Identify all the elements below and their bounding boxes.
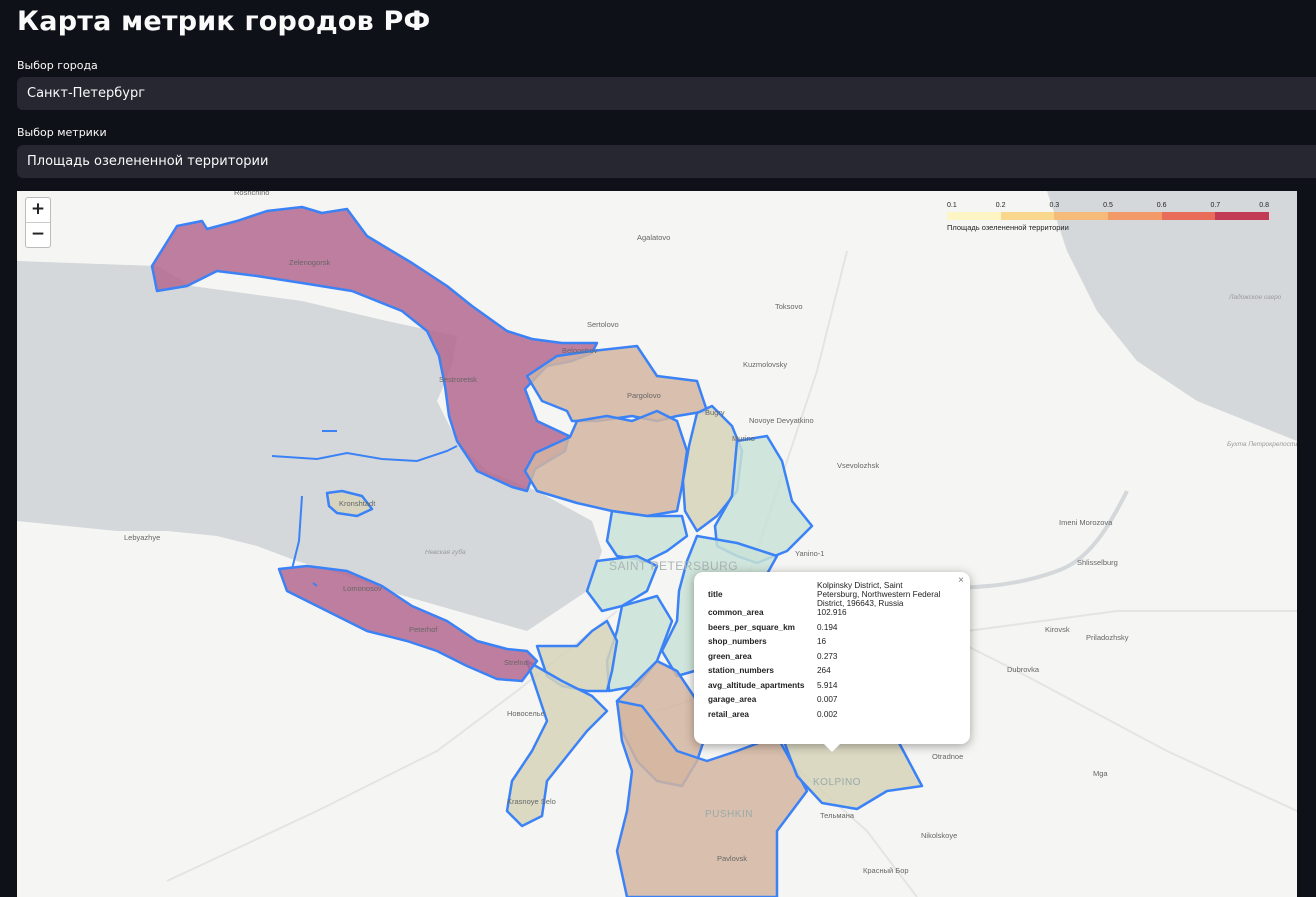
popup-value: 5.914 [817, 680, 838, 690]
popup-value: 0.273 [817, 651, 838, 661]
popup-value: 0.194 [817, 622, 838, 632]
place-label: Ладожское озеро [1229, 294, 1282, 301]
metric-select-label: Выбор метрики [17, 126, 107, 139]
popup-key: shop_numbers [708, 637, 767, 646]
place-label: Toksovo [775, 302, 803, 311]
popup-value: 0.002 [817, 709, 838, 719]
popup-key: common_area [708, 608, 764, 617]
place-label: KOLPINO [813, 777, 861, 788]
place-label: Bugry [705, 408, 725, 417]
place-label: Shlisselburg [1077, 558, 1118, 567]
place-label: PUSHKIN [705, 809, 753, 820]
map-basemap [17, 191, 1297, 897]
popup-row: beers_per_square_km 0.194 [708, 623, 947, 638]
popup-value: Kolpinsky District, Saint Petersburg, No… [817, 581, 941, 608]
place-label: Pargolovo [627, 391, 661, 400]
place-label: Priladozhsky [1086, 633, 1129, 642]
place-label: Roshchino [234, 191, 270, 197]
zoom-control: + − [25, 197, 51, 248]
legend-color-swatch [947, 212, 1001, 220]
legend-tick: 0.7 [1210, 202, 1221, 209]
place-label: Невская губа [425, 549, 466, 556]
legend-tick: 0.8 [1259, 202, 1269, 209]
place-label: Sertolovo [587, 320, 619, 329]
place-label: Lebyazhye [124, 533, 161, 542]
place-label: Beloostrov [562, 346, 598, 355]
popup-row: retail_area 0.002 [708, 710, 947, 725]
legend-tick: 0.1 [947, 202, 957, 209]
district-vyborgsky [525, 344, 709, 423]
legend-tick: 0.2 [995, 202, 1006, 209]
place-label: Peterhof [409, 625, 438, 634]
popup-key: green_area [708, 651, 752, 661]
place-label: Novoye Devyatkino [749, 416, 814, 425]
popup-key: garage_area [708, 695, 757, 704]
zoom-out-button[interactable]: − [26, 222, 50, 247]
popup-row: avg_altitude_apartments 5.914 [708, 681, 947, 696]
legend-tick: 0.6 [1156, 202, 1167, 209]
legend-color-swatch [1000, 212, 1055, 220]
place-label: Mga [1093, 769, 1108, 778]
popup-value: 264 [817, 666, 831, 675]
legend-color-bar [947, 212, 1270, 220]
district-popup: × title Kolpinsky District, Saint Petersb… [694, 572, 970, 752]
legend-ticks: 0.1 0.2 0.3 0.5 0.6 0.7 0.8 [947, 202, 1269, 212]
place-label: Kronshtadt [339, 499, 376, 508]
place-label: Yanino-1 [795, 549, 825, 558]
place-label: Бухта Петрокрепость [1227, 441, 1297, 448]
close-icon[interactable]: × [958, 575, 964, 586]
place-label: SAINT PETERSBURG [609, 559, 739, 573]
popup-value: 0.007 [817, 695, 838, 704]
popup-key: avg_altitude_apartments [708, 680, 805, 690]
place-label: Lomonosov [343, 584, 382, 593]
legend-caption: Площадь озелененной территории [947, 223, 1069, 232]
district-central [605, 509, 689, 563]
place-label: Nikolskoye [921, 831, 958, 840]
legend-color-swatch [1054, 212, 1109, 220]
legend-color-swatch [1215, 212, 1270, 220]
place-label: Dubrovka [1007, 665, 1040, 674]
map-legend: 0.1 0.2 0.3 0.5 0.6 0.7 0.8 Площадь озелененно… [947, 202, 1270, 232]
popup-row: common_area 102.916 [708, 608, 947, 623]
place-label: Zelenogorsk [289, 258, 331, 267]
place-label: Strelna [504, 658, 528, 667]
choropleth-map[interactable]: + − 0.1 0.2 0.3 0.5 0.6 0.7 0.8 Площадь озелен… [17, 191, 1297, 897]
popup-row: shop_numbers 16 [708, 637, 947, 652]
popup-key: station_numbers [708, 666, 774, 675]
popup-table: title Kolpinsky District, Saint Petersbur… [708, 581, 947, 724]
zoom-in-button[interactable]: + [26, 198, 50, 222]
place-label: Imeni Morozova [1059, 518, 1113, 527]
popup-value: 16 [817, 637, 827, 646]
popup-row: station_numbers 264 [708, 666, 947, 681]
place-label: Vsevolozhsk [837, 461, 880, 470]
place-label: Sestroretsk [439, 375, 477, 384]
popup-row: green_area 0.273 [708, 652, 947, 667]
city-select-label: Выбор города [17, 59, 98, 72]
place-label: Kirovsk [1045, 625, 1070, 634]
place-label: Тельмана [820, 811, 855, 820]
popup-row: title Kolpinsky District, Saint Petersbur… [708, 581, 947, 608]
popup-key: retail_area [708, 709, 749, 719]
popup-row: garage_area 0.007 [708, 695, 947, 710]
legend-tick: 0.5 [1103, 202, 1113, 209]
place-label: Kuzmolovsky [743, 360, 788, 369]
place-label: Krasnoye Selo [507, 797, 556, 806]
legend-color-swatch [1108, 212, 1162, 220]
place-label: Pavlovsk [717, 854, 748, 863]
city-select[interactable]: Санкт-Петербург [17, 77, 1316, 110]
metric-select[interactable]: Площадь озелененной территории [17, 145, 1316, 178]
page-title: Карта метрик городов РФ [17, 6, 431, 37]
popup-key: title [708, 590, 723, 599]
place-label: Otradnoe [932, 752, 964, 761]
popup-value: 102.916 [817, 608, 847, 617]
place-label: Murino [732, 434, 755, 443]
legend-color-swatch [1161, 212, 1216, 220]
place-label: Agalatovo [637, 233, 671, 242]
popup-key: beers_per_square_km [708, 622, 795, 632]
place-label: Красный Бор [863, 866, 909, 875]
place-label: Новоселье [507, 709, 545, 718]
legend-tick: 0.3 [1049, 202, 1060, 209]
